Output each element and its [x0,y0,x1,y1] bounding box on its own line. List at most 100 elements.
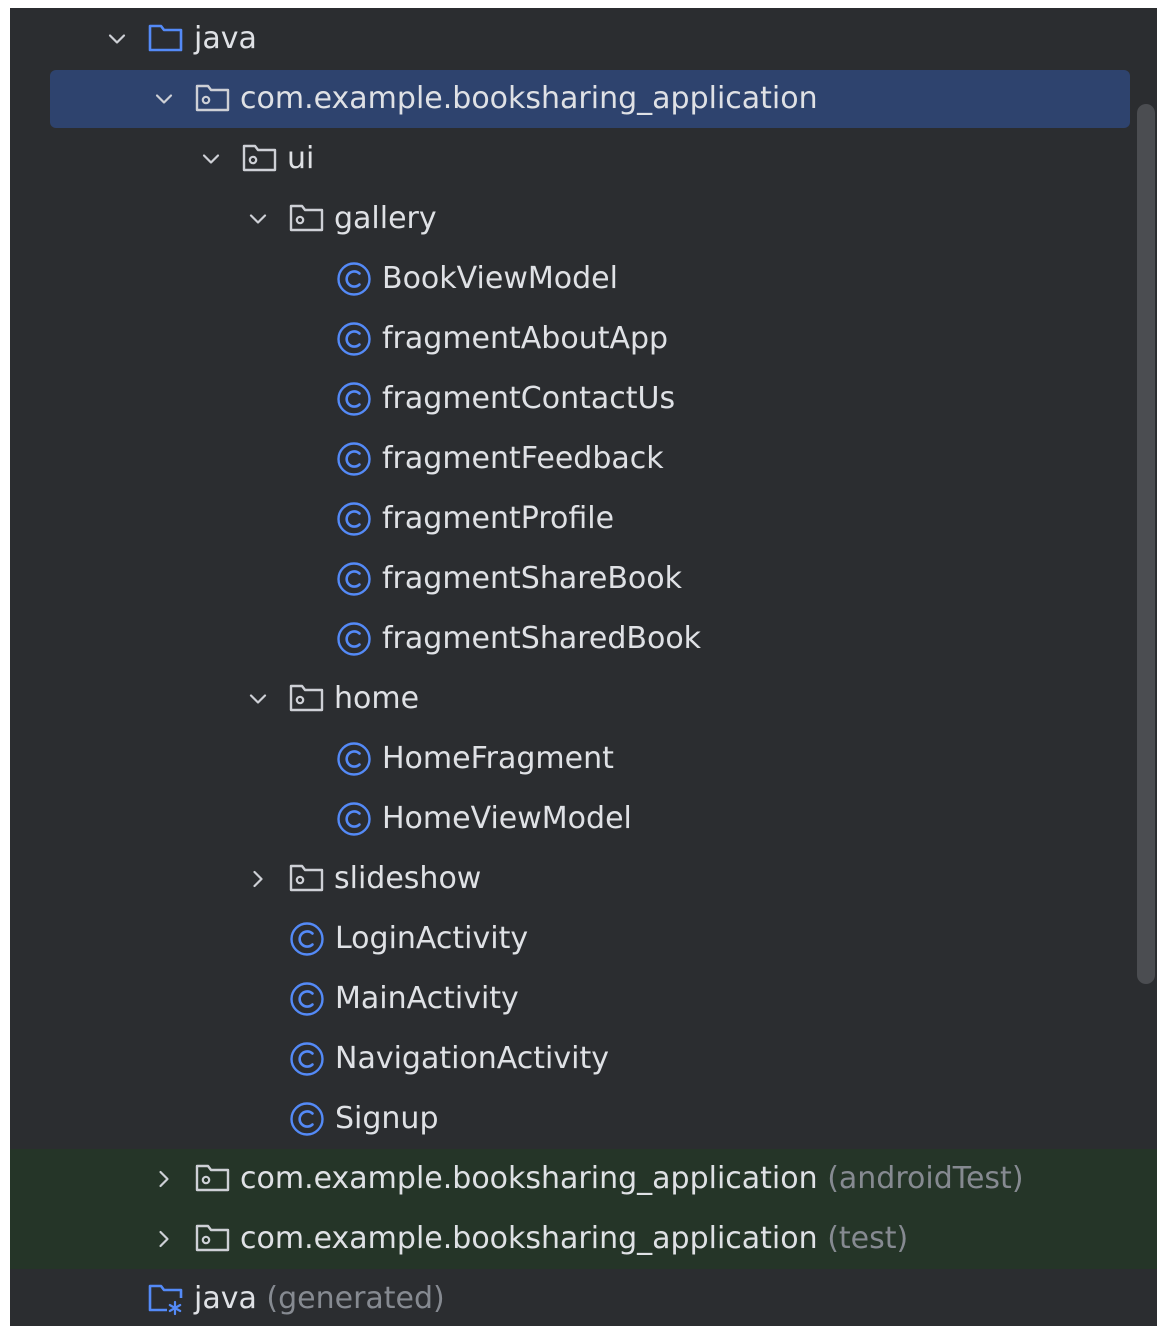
tree-node-name: fragmentContactUs [382,381,676,416]
package-folder-icon [288,198,326,236]
chevron-right-icon[interactable] [246,867,270,891]
tree-node-name: MainActivity [335,981,519,1016]
tree-node-name: home [334,681,420,716]
tree-node-label: com.example.booksharing_application (and… [240,1161,1024,1197]
tree-node-com-example-booksharing-application-androidtest[interactable]: com.example.booksharing_application (and… [10,1149,1157,1209]
tree-node-fragmentcontactus[interactable]: fragmentContactUs [10,369,1157,429]
tree-node-label: MainActivity [335,981,519,1017]
tree-node-label: java (generated) [194,1281,445,1317]
tree-node-label: fragmentAboutApp [382,321,668,357]
chevron-down-icon[interactable] [105,27,129,51]
tree-node-name: HomeViewModel [382,801,632,836]
tree-node-navigationactivity[interactable]: NavigationActivity [10,1029,1157,1089]
package-folder-icon [288,678,326,716]
tree-node-label: BookViewModel [382,261,618,297]
tree-node-java[interactable]: java [10,9,1157,69]
tree-node-loginactivity[interactable]: LoginActivity [10,909,1157,969]
tree-node-label: home [334,681,419,717]
tree-node-label: gallery [334,201,437,237]
tree-node-com-example-booksharing-application-test[interactable]: com.example.booksharing_application (tes… [10,1209,1157,1269]
tree-node-homefragment[interactable]: HomeFragment [10,729,1157,789]
java-class-icon [335,800,373,838]
tree-node-name: LoginActivity [335,921,529,956]
vertical-scrollbar[interactable] [1137,104,1155,984]
tree-node-fragmentfeedback[interactable]: fragmentFeedback [10,429,1157,489]
tree-node-label: fragmentProfile [382,501,614,537]
tree-node-label: com.example.booksharing_application [240,81,818,117]
java-class-icon [335,740,373,778]
package-folder-icon [194,78,232,116]
tree-node-label: fragmentContactUs [382,381,675,417]
tree-node-suffix: (test) [827,1221,909,1256]
chevron-right-icon[interactable] [152,1167,176,1191]
tree-node-bookviewmodel[interactable]: BookViewModel [10,249,1157,309]
tree-node-gallery[interactable]: gallery [10,189,1157,249]
tree-node-name: fragmentSharedBook [382,621,702,656]
java-class-icon [335,500,373,538]
tree-node-name: ui [287,141,315,176]
tree-node-label: fragmentFeedback [382,441,664,477]
tree-node-fragmentsharedbook[interactable]: fragmentSharedBook [10,609,1157,669]
java-class-icon [288,920,326,958]
tree-node-label: HomeFragment [382,741,614,777]
tree-node-fragmentprofile[interactable]: fragmentProfile [10,489,1157,549]
package-folder-icon [241,138,279,176]
package-folder-icon [288,858,326,896]
tree-node-name: com.example.booksharing_application [240,1161,818,1196]
java-class-icon [335,380,373,418]
tree-node-label: HomeViewModel [382,801,632,837]
package-folder-icon [194,1158,232,1196]
tree-node-name: com.example.booksharing_application [240,1221,818,1256]
tree-node-name: slideshow [334,861,482,896]
tree-node-mainactivity[interactable]: MainActivity [10,969,1157,1029]
tree-node-name: fragmentProfile [382,501,615,536]
chevron-right-icon[interactable] [152,1227,176,1251]
tree-node-name: fragmentFeedback [382,441,664,476]
source-root-folder-icon [147,18,185,56]
tree-node-suffix: (androidTest) [827,1161,1024,1196]
tree-node-fragmentaboutapp[interactable]: fragmentAboutApp [10,309,1157,369]
tree-node-name: BookViewModel [382,261,618,296]
tree-node-label: java [194,21,257,57]
tree-node-name: fragmentAboutApp [382,321,669,356]
tree-node-label: fragmentSharedBook [382,621,701,657]
chevron-down-icon[interactable] [246,207,270,231]
tree-node-name: HomeFragment [382,741,614,776]
tree-node-name: java [194,1281,257,1316]
project-tree-panel: java com.example.booksharing_application u… [10,8,1157,1326]
tree-node-com-example-booksharing-application[interactable]: com.example.booksharing_application [10,69,1157,129]
tree-node-name: fragmentShareBook [382,561,683,596]
tree-node-ui[interactable]: ui [10,129,1157,189]
tree-node-fragmentsharebook[interactable]: fragmentShareBook [10,549,1157,609]
java-class-icon [335,260,373,298]
java-class-icon [335,620,373,658]
package-folder-icon [194,1218,232,1256]
tree-node-name: java [194,21,257,56]
tree-node-suffix: (generated) [266,1281,445,1316]
chevron-down-icon[interactable] [246,687,270,711]
java-class-icon [335,560,373,598]
tree-node-name: com.example.booksharing_application [240,81,818,116]
tree-node-label: NavigationActivity [335,1041,609,1077]
tree-node-homeviewmodel[interactable]: HomeViewModel [10,789,1157,849]
tree-node-label: LoginActivity [335,921,528,957]
tree-node-name: Signup [335,1101,439,1136]
tree-node-label: slideshow [334,861,481,897]
chevron-down-icon[interactable] [152,87,176,111]
tree-node-home[interactable]: home [10,669,1157,729]
chevron-down-icon[interactable] [199,147,223,171]
tree-node-label: fragmentShareBook [382,561,682,597]
tree-node-java-generated[interactable]: java (generated) [10,1269,1157,1326]
java-class-icon [288,1100,326,1138]
java-class-icon [335,320,373,358]
tree-node-label: ui [287,141,314,177]
java-class-icon [288,980,326,1018]
java-class-icon [288,1040,326,1078]
generated-source-folder-icon [147,1278,185,1316]
tree-node-slideshow[interactable]: slideshow [10,849,1157,909]
tree-node-name: gallery [334,201,437,236]
tree-node-name: NavigationActivity [335,1041,609,1076]
tree-node-signup[interactable]: Signup [10,1089,1157,1149]
tree-node-label: Signup [335,1101,439,1137]
tree-node-label: com.example.booksharing_application (tes… [240,1221,908,1257]
